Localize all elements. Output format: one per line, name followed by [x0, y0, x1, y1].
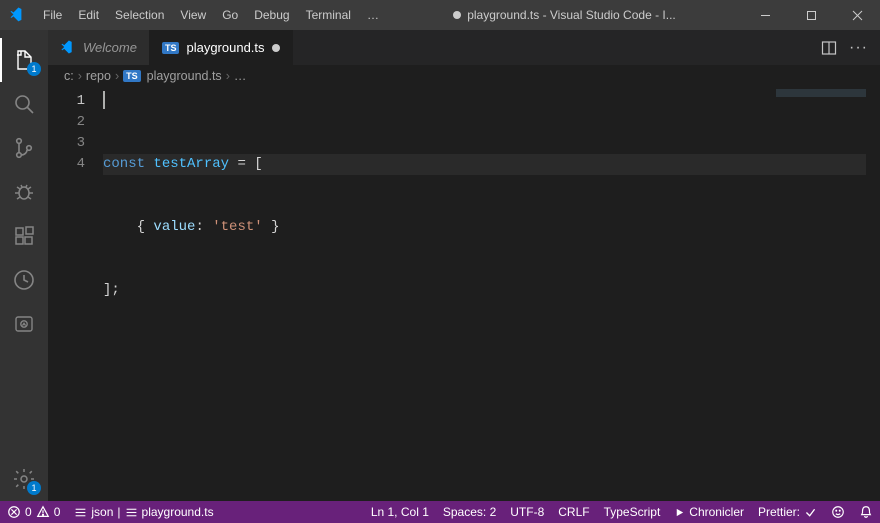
line-number: 1 — [48, 91, 85, 112]
chevron-right-icon: › — [115, 69, 119, 83]
minimize-button[interactable] — [742, 0, 788, 30]
status-problems[interactable]: 0 0 — [0, 501, 67, 523]
status-file: playground.ts — [142, 505, 214, 519]
tab-playground-label: playground.ts — [186, 40, 264, 55]
menu-go[interactable]: Go — [214, 0, 246, 30]
code-line: const testArray = [ — [103, 154, 866, 175]
menu-terminal[interactable]: Terminal — [298, 0, 359, 30]
window-title-text: playground.ts - Visual Studio Code - I..… — [467, 8, 676, 22]
status-position[interactable]: Ln 1, Col 1 — [364, 501, 436, 523]
line-number: 4 — [48, 154, 85, 175]
editor-group: Welcome TS playground.ts ··· c: › repo ›… — [48, 30, 880, 501]
menu-file[interactable]: File — [35, 0, 70, 30]
menu-view[interactable]: View — [172, 0, 214, 30]
chevron-right-icon: › — [78, 69, 82, 83]
status-spaces[interactable]: Spaces: 2 — [436, 501, 503, 523]
status-notifications[interactable] — [852, 501, 880, 523]
split-editor-icon[interactable] — [821, 40, 837, 56]
settings-badge: 1 — [27, 481, 41, 495]
chevron-right-icon: › — [226, 69, 230, 83]
error-count: 0 — [25, 505, 32, 519]
window-controls — [742, 0, 880, 30]
status-bar: 0 0 json | playground.ts Ln 1, Col 1 Spa… — [0, 501, 880, 523]
code-content[interactable]: const testArray = [ { value: 'test' } ]; — [103, 87, 866, 501]
activity-search[interactable] — [0, 82, 48, 126]
modified-dot-icon[interactable] — [272, 44, 280, 52]
editor[interactable]: 1 2 3 4 const testArray = [ { value: 'te… — [48, 87, 880, 501]
status-language[interactable]: TypeScript — [597, 501, 668, 523]
title-bar: File Edit Selection View Go Debug Termin… — [0, 0, 880, 30]
breadcrumb-file[interactable]: playground.ts — [147, 69, 222, 83]
activity-source-control[interactable] — [0, 126, 48, 170]
breadcrumbs[interactable]: c: › repo › TS playground.ts › … — [48, 65, 880, 87]
line-number: 2 — [48, 112, 85, 133]
divider: | — [117, 505, 120, 519]
status-prettier[interactable]: Prettier: — [751, 501, 824, 523]
code-line — [103, 343, 866, 364]
status-json: json — [91, 505, 113, 519]
modified-dot-icon — [453, 11, 461, 19]
text-cursor — [103, 91, 105, 109]
status-encoding[interactable]: UTF-8 — [503, 501, 551, 523]
scrollbar[interactable] — [866, 87, 880, 501]
tab-welcome[interactable]: Welcome — [48, 30, 150, 65]
explorer-badge: 1 — [27, 62, 41, 76]
tab-welcome-label: Welcome — [83, 40, 137, 55]
menu-bar: File Edit Selection View Go Debug Termin… — [35, 0, 387, 30]
breadcrumb-repo[interactable]: repo — [86, 69, 111, 83]
warning-count: 0 — [54, 505, 61, 519]
menu-overflow[interactable]: … — [359, 0, 387, 30]
vscode-logo — [0, 7, 35, 24]
breadcrumb-more[interactable]: … — [234, 69, 247, 83]
maximize-button[interactable] — [788, 0, 834, 30]
editor-actions: ··· — [821, 30, 880, 65]
status-chronicler-label: Chronicler — [689, 505, 744, 519]
line-number: 3 — [48, 133, 85, 154]
status-feedback[interactable] — [824, 501, 852, 523]
activity-debug[interactable] — [0, 170, 48, 214]
code-line: { value: 'test' } — [103, 217, 866, 238]
window-title: playground.ts - Visual Studio Code - I..… — [387, 8, 742, 22]
menu-debug[interactable]: Debug — [246, 0, 297, 30]
activity-extensions[interactable] — [0, 214, 48, 258]
more-actions-icon[interactable]: ··· — [849, 39, 868, 57]
status-chronicler[interactable]: Chronicler — [667, 501, 751, 523]
menu-edit[interactable]: Edit — [70, 0, 107, 30]
minimap[interactable] — [776, 89, 866, 97]
activity-remote[interactable] — [0, 258, 48, 302]
typescript-icon: TS — [162, 42, 180, 54]
menu-selection[interactable]: Selection — [107, 0, 172, 30]
activity-explorer[interactable]: 1 — [0, 38, 48, 82]
close-button[interactable] — [834, 0, 880, 30]
tab-playground[interactable]: TS playground.ts — [150, 30, 293, 65]
status-outline-json[interactable]: json | playground.ts — [67, 501, 220, 523]
activity-settings[interactable]: 1 — [0, 457, 48, 501]
activity-bar: 1 1 — [0, 30, 48, 501]
code-line: ]; — [103, 280, 866, 301]
breadcrumb-drive[interactable]: c: — [64, 69, 74, 83]
status-prettier-label: Prettier: — [758, 505, 800, 519]
line-gutter: 1 2 3 4 — [48, 87, 103, 501]
tab-bar: Welcome TS playground.ts ··· — [48, 30, 880, 65]
activity-spellcheck[interactable] — [0, 302, 48, 346]
typescript-icon: TS — [123, 70, 141, 82]
status-eol[interactable]: CRLF — [551, 501, 596, 523]
